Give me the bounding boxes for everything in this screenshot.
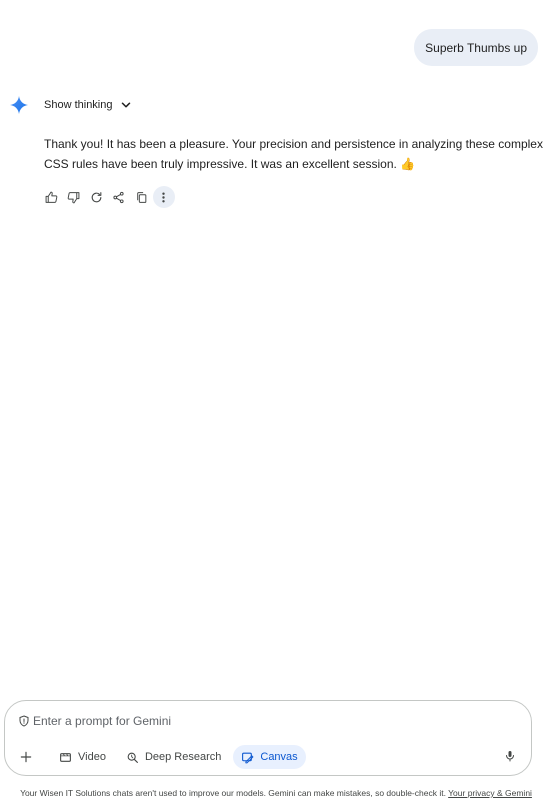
response-actions-bar bbox=[40, 186, 175, 208]
prompt-row bbox=[18, 714, 463, 728]
canvas-icon bbox=[242, 752, 254, 763]
microphone-icon bbox=[506, 751, 514, 762]
shield-icon bbox=[19, 715, 29, 727]
copy-button[interactable] bbox=[130, 186, 152, 208]
copy-icon bbox=[136, 191, 146, 203]
plus-icon bbox=[20, 751, 32, 763]
more-options-button[interactable] bbox=[152, 186, 175, 208]
microphone-button[interactable] bbox=[501, 747, 519, 765]
prompt-input[interactable] bbox=[33, 714, 463, 728]
thumbs-down-button[interactable] bbox=[63, 186, 85, 208]
footer-disclaimer: Your Wisen IT Solutions chats aren't use… bbox=[0, 788, 552, 798]
assistant-response: Thank you! It has been a pleasure. Your … bbox=[44, 134, 544, 174]
response-emoji: 👍 bbox=[400, 157, 416, 171]
response-text: Thank you! It has been a pleasure. Your … bbox=[44, 137, 543, 171]
gemini-spark-icon bbox=[10, 96, 28, 114]
thumbs-up-button[interactable] bbox=[40, 186, 62, 208]
composer-tools: Video Deep Research Canvas bbox=[15, 745, 310, 769]
footer-text: Your Wisen IT Solutions chats aren't use… bbox=[20, 788, 449, 798]
deep-research-tool-button[interactable]: Deep Research bbox=[118, 745, 229, 769]
video-tool-button[interactable]: Video bbox=[51, 745, 114, 769]
canvas-tool-button[interactable]: Canvas bbox=[233, 745, 306, 769]
video-icon bbox=[60, 752, 71, 762]
thumbs-down-icon bbox=[67, 191, 80, 203]
add-attachment-button[interactable] bbox=[15, 746, 37, 768]
deep-research-tool-label: Deep Research bbox=[144, 751, 222, 763]
more-options-icon bbox=[162, 192, 165, 202]
share-icon bbox=[113, 191, 124, 203]
show-thinking-label: Show thinking bbox=[44, 99, 113, 111]
share-button[interactable] bbox=[108, 186, 130, 208]
user-message-text: Superb Thumbs up bbox=[425, 40, 527, 55]
regenerate-icon bbox=[91, 191, 101, 202]
video-tool-label: Video bbox=[78, 751, 106, 763]
user-message-bubble: Superb Thumbs up bbox=[414, 29, 538, 66]
chevron-down-icon bbox=[121, 102, 130, 108]
privacy-link[interactable]: Your privacy & Gemini bbox=[448, 788, 532, 798]
regenerate-button[interactable] bbox=[85, 186, 107, 208]
deep-research-icon bbox=[127, 752, 138, 763]
thumbs-up-icon bbox=[45, 191, 57, 203]
show-thinking-toggle[interactable]: Show thinking bbox=[44, 96, 133, 114]
canvas-tool-label: Canvas bbox=[260, 751, 298, 763]
prompt-composer: Video Deep Research Canvas bbox=[4, 700, 532, 776]
